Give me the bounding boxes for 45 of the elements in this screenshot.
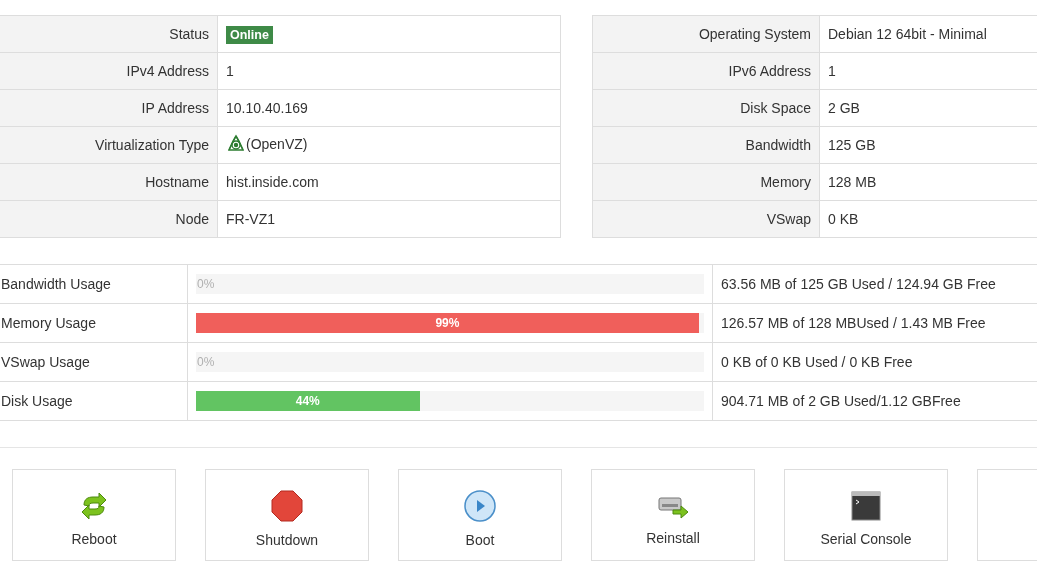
field-label: IPv6 Address <box>592 52 820 90</box>
field-label: Hostname <box>0 163 218 201</box>
console-button[interactable]: Serial Console <box>784 469 948 561</box>
percent-label: 0% <box>197 277 215 291</box>
field-label: Virtualization Type <box>0 126 218 164</box>
usage-label: Disk Usage <box>0 381 188 421</box>
field-value: 1 <box>828 63 836 79</box>
field-value: Debian 12 64bit - Minimal <box>828 26 987 42</box>
status-badge: Online <box>226 26 273 44</box>
play-icon <box>464 490 496 522</box>
field-value: 0 KB <box>828 211 859 227</box>
stop-sign-icon <box>271 490 303 522</box>
field-label: Disk Space <box>592 89 820 127</box>
reinstall-button[interactable]: Reinstall <box>591 469 755 561</box>
usage-label: Memory Usage <box>0 303 188 343</box>
refresh-icon <box>79 491 109 521</box>
field-value: 1 <box>226 63 234 79</box>
field-value: 128 MB <box>828 174 877 190</box>
usage-detail: 904.71 MB of 2 GB Used/1.12 GBFree <box>712 381 1037 421</box>
reboot-button[interactable]: Reboot <box>12 469 176 561</box>
usage-detail: 0 KB of 0 KB Used / 0 KB Free <box>712 342 1037 382</box>
field-label: Memory <box>592 163 820 201</box>
field-value: 10.10.40.169 <box>226 100 308 116</box>
percent-label: 0% <box>197 355 215 369</box>
field-label: Bandwidth <box>592 126 820 164</box>
field-value: 2 GB <box>828 100 860 116</box>
usage-label: Bandwidth Usage <box>0 264 188 304</box>
field-label: IPv4 Address <box>0 52 218 90</box>
field-label: VSwap <box>592 200 820 238</box>
field-label: Node <box>0 200 218 238</box>
field-label: Operating System <box>592 15 820 53</box>
field-value: (OpenVZ) <box>246 135 308 152</box>
usage-detail: 126.57 MB of 128 MBUsed / 1.43 MB Free <box>712 303 1037 343</box>
terminal-icon <box>851 491 881 521</box>
field-value: FR-VZ1 <box>226 211 275 227</box>
field-label: Status <box>0 15 218 53</box>
shutdown-button[interactable]: Shutdown <box>205 469 369 561</box>
field-label: IP Address <box>0 89 218 127</box>
field-value: 125 GB <box>828 137 876 153</box>
percent-label: 44% <box>295 394 320 408</box>
usage-detail: 63.56 MB of 125 GB Used / 124.94 GB Free <box>712 264 1037 304</box>
percent-label: 99% <box>435 316 460 330</box>
boot-button[interactable]: Boot <box>398 469 562 561</box>
field-value: hist.inside.com <box>226 174 319 190</box>
usage-label: VSwap Usage <box>0 342 188 382</box>
